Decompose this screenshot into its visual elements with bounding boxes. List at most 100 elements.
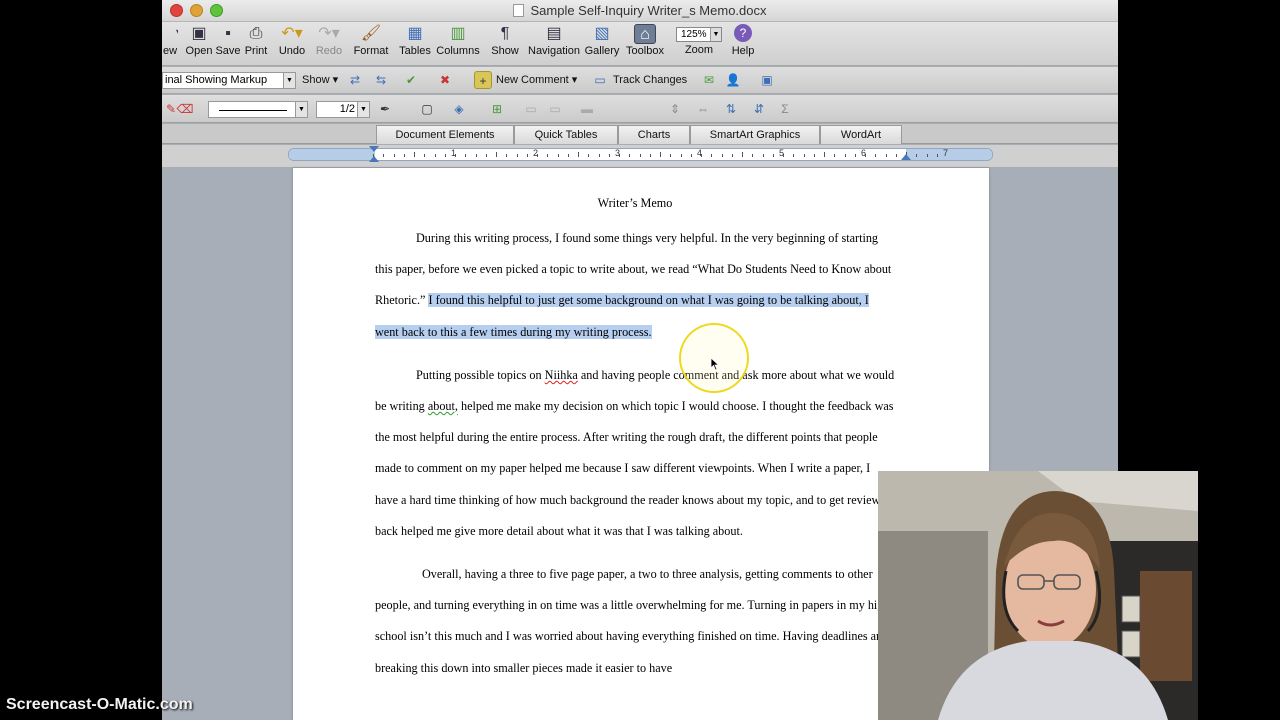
tables-button[interactable]: ▦ Tables <box>398 24 432 57</box>
webcam-video-frame <box>878 471 1198 720</box>
borders-icon[interactable]: ▢ <box>418 100 436 118</box>
columns-label: Columns <box>436 45 480 57</box>
user-icon[interactable]: 👤 <box>724 71 742 89</box>
zoom-label: Zoom <box>684 44 714 56</box>
ruler-tick <box>629 154 631 157</box>
mouse-pointer-icon <box>710 357 720 371</box>
new-button[interactable]: ▾ew <box>162 24 178 57</box>
ruler-number: 2 <box>533 148 539 158</box>
track-changes-button[interactable]: Track Changes <box>613 72 687 89</box>
previous-change-icon[interactable]: ⇄ <box>346 71 364 89</box>
tab-document-elements[interactable]: Document Elements <box>376 125 514 144</box>
paragraph-text: Overall, having a three to five page pap… <box>375 567 890 675</box>
ruler-tick <box>516 154 518 157</box>
ruler-tick <box>403 154 405 157</box>
align-icon[interactable]: ▬ <box>578 100 596 118</box>
elements-gallery: Document Elements Quick Tables Charts Sm… <box>162 124 1118 144</box>
help-button[interactable]: ? Help <box>726 24 760 57</box>
pen-color-icon[interactable]: ✒ <box>376 100 394 118</box>
insert-table-icon[interactable]: ⊞ <box>488 100 506 118</box>
horizontal-ruler[interactable]: 1 2 3 4 5 6 7 <box>288 146 993 162</box>
document-title: Writer’s Memo <box>597 196 673 210</box>
ruler-tick <box>690 154 692 157</box>
first-line-indent-marker[interactable] <box>369 146 379 152</box>
navigation-button[interactable]: ▤ Navigation <box>526 24 582 57</box>
merge-cells-icon[interactable]: ▭ <box>522 100 540 118</box>
toolbox-button[interactable]: ⌂ Toolbox <box>623 24 667 57</box>
line-style-select[interactable]: ▼ <box>208 101 308 118</box>
ruler-tick <box>762 154 764 157</box>
chevron-down-icon: ▼ <box>283 73 295 88</box>
show-label: Show <box>491 45 519 57</box>
show-button[interactable]: ¶ Show <box>490 24 520 57</box>
zoom-select[interactable]: 125% ▼ <box>676 27 722 42</box>
gallery-button[interactable]: ▧ Gallery <box>584 24 620 57</box>
ruler-tick <box>414 152 415 157</box>
shading-icon[interactable]: ◈ <box>450 100 468 118</box>
ruler-tick <box>742 152 743 157</box>
track-changes-label: Track Changes <box>613 74 688 86</box>
ruler-tick <box>854 154 856 157</box>
ruler-tick <box>639 154 641 157</box>
print-label: Print <box>244 45 268 57</box>
eraser-icon[interactable]: ⌫ <box>176 100 194 118</box>
ruler-tick <box>824 152 825 157</box>
tab-charts[interactable]: Charts <box>618 125 690 144</box>
ruler-tick <box>475 154 477 157</box>
ruler-tick <box>588 154 590 157</box>
left-indent-marker[interactable] <box>369 156 379 162</box>
ruler-tick <box>383 154 385 157</box>
ruler-tick <box>936 154 938 157</box>
send-document-icon[interactable]: ✉ <box>700 71 718 89</box>
autosum-icon[interactable]: Σ <box>776 100 794 118</box>
reviewing-toolbar: inal Showing Markup ▼ Show ▾ ⇄ ⇆ ✔ ✖ + Ne… <box>162 67 1118 94</box>
ruler-tick <box>465 154 467 157</box>
ruler-tick <box>444 154 446 157</box>
columns-button[interactable]: ▥ Columns <box>435 24 481 57</box>
ruler-tick <box>424 154 426 157</box>
ruler-tick <box>711 154 713 157</box>
undo-button[interactable]: ↶▾ Undo <box>275 24 309 57</box>
format-button[interactable]: 🖌 Format <box>352 24 390 57</box>
next-change-icon[interactable]: ⇆ <box>372 71 390 89</box>
undo-icon: ↶▾ <box>281 25 303 42</box>
open-label: Open <box>185 45 213 57</box>
document-body[interactable]: Writer’s Memo During this writing proces… <box>375 192 895 696</box>
redo-icon: ↷▾ <box>318 25 340 42</box>
save-button[interactable]: ▪ Save <box>215 24 241 57</box>
redo-button[interactable]: ↷▾ Redo <box>312 24 346 57</box>
new-comment-button[interactable]: New Comment ▾ <box>496 72 577 89</box>
zoom-button[interactable]: Zoom <box>678 44 720 56</box>
ruler-tick <box>670 154 672 157</box>
gallery-label: Gallery <box>584 45 620 57</box>
title-bar: Sample Self-Inquiry Writer_s Memo.docx <box>162 0 1118 22</box>
tab-quick-tables[interactable]: Quick Tables <box>514 125 618 144</box>
window-title-text: Sample Self-Inquiry Writer_s Memo.docx <box>530 3 767 18</box>
ruler-tick <box>813 154 815 157</box>
show-markup-button[interactable]: Show ▾ <box>302 72 338 89</box>
print-button[interactable]: ⎙ Print <box>242 24 270 57</box>
line-weight-value: 1/2 <box>339 103 355 115</box>
ruler-tick <box>526 154 528 157</box>
toolbox-icon: ⌂ <box>634 24 656 44</box>
right-margin-area <box>906 149 992 160</box>
line-weight-select[interactable]: 1/2 ▼ <box>316 101 370 118</box>
reject-change-icon[interactable]: ✖ <box>436 71 454 89</box>
right-indent-marker[interactable] <box>901 154 911 160</box>
pilcrow-icon: ¶ <box>500 25 510 42</box>
help-label: Help <box>731 45 755 57</box>
distribute-columns-icon[interactable]: ⇔ <box>694 100 712 118</box>
standard-toolbar: ▾ew ▣ Open ▪ Save ⎙ Print ↶▾ Undo ↷▾ Redo 🖌 Fo… <box>162 22 1118 66</box>
accept-change-icon[interactable]: ✔ <box>402 71 420 89</box>
distribute-rows-icon[interactable]: ⇕ <box>666 100 684 118</box>
sort-ascending-icon[interactable]: ⇅ <box>722 100 740 118</box>
protect-document-icon[interactable]: ▣ <box>758 71 776 89</box>
tab-smartart-graphics[interactable]: SmartArt Graphics <box>690 125 820 144</box>
split-cells-icon[interactable]: ▭ <box>546 100 564 118</box>
tab-wordart[interactable]: WordArt <box>820 125 902 144</box>
markup-view-select[interactable]: inal Showing Markup ▼ <box>162 72 296 89</box>
open-button[interactable]: ▣ Open <box>184 24 214 57</box>
sort-descending-icon[interactable]: ⇵ <box>750 100 768 118</box>
ruler-tick <box>608 154 610 157</box>
format-label: Format <box>353 45 389 57</box>
